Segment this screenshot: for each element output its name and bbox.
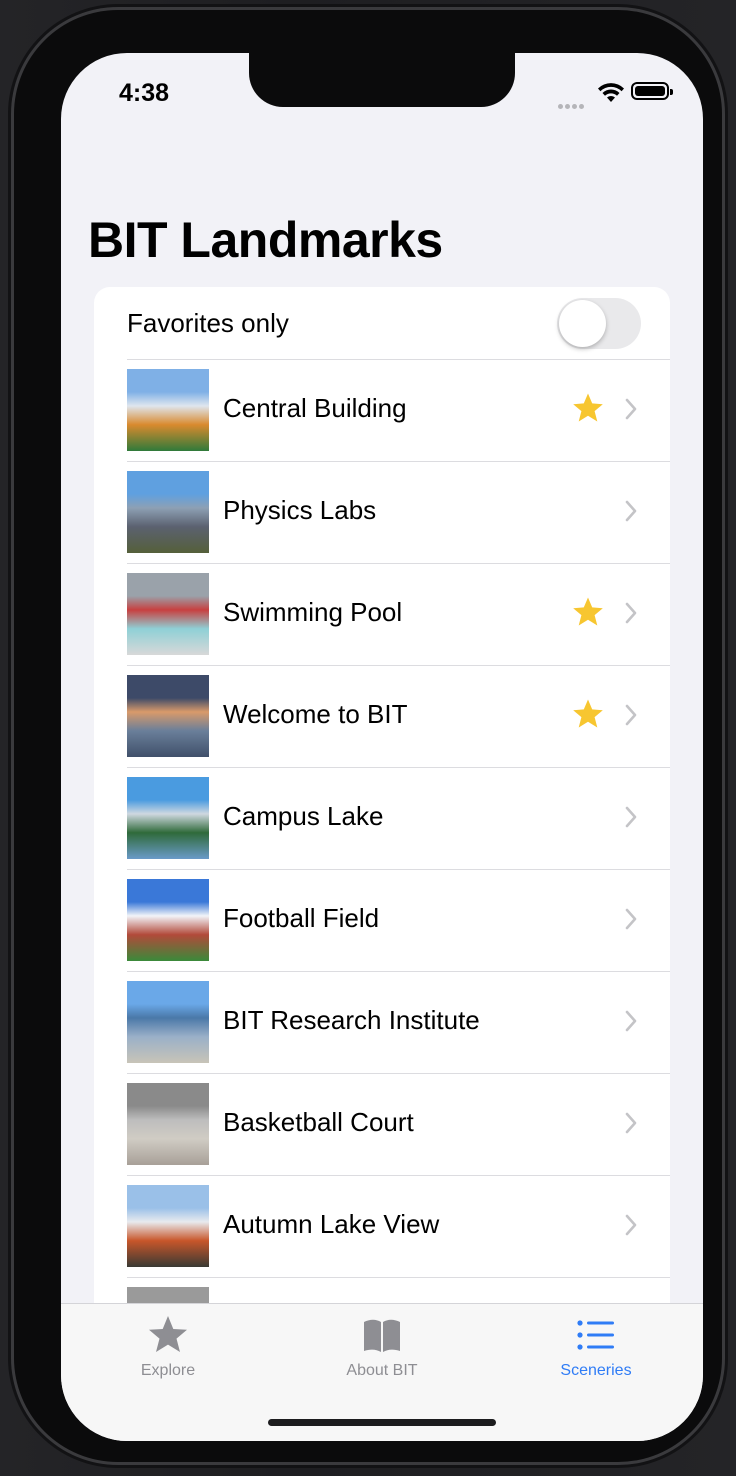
landmark-row[interactable]: BIT Research Institute: [94, 971, 670, 1073]
landmark-row[interactable]: Football Field: [94, 869, 670, 971]
landmark-name: Physics Labs: [223, 495, 377, 525]
landmark-thumbnail: [127, 369, 209, 451]
row-separator: [127, 665, 670, 666]
favorite-star-icon: [573, 393, 603, 422]
chevron-right-icon: [625, 806, 637, 828]
landmark-list: Central Building Physics Labs Swimming Poo…: [94, 359, 670, 1327]
wifi-icon: [598, 83, 624, 102]
landmark-row[interactable]: Central Building: [94, 359, 670, 461]
row-separator: [127, 869, 670, 870]
row-separator: [127, 1277, 670, 1278]
landmark-thumbnail: [127, 879, 209, 961]
battery-icon: [631, 82, 673, 100]
landmark-thumbnail: [127, 471, 209, 553]
status-time: 4:38: [119, 79, 170, 107]
chevron-right-icon: [625, 908, 637, 930]
chevron-right-icon: [625, 1010, 637, 1032]
device-notch: [249, 53, 515, 107]
tab-label: About BIT: [346, 1362, 418, 1379]
row-separator: [127, 461, 670, 462]
row-separator: [127, 1073, 670, 1074]
tab-label: Sceneries: [560, 1362, 632, 1379]
list-icon: [577, 1320, 614, 1350]
row-separator: [127, 971, 670, 972]
favorites-filter-label: Favorites only: [127, 308, 289, 338]
cellular-signal-icon: [558, 96, 586, 114]
landmark-thumbnail: [127, 1083, 209, 1165]
landmark-thumbnail: [127, 573, 209, 655]
chevron-right-icon: [625, 398, 637, 420]
landmark-name: BIT Research Institute: [223, 1005, 480, 1035]
landmark-name: Central Building: [223, 393, 407, 423]
landmark-name: Swimming Pool: [223, 597, 403, 627]
landmark-thumbnail: [127, 981, 209, 1063]
landmark-row[interactable]: Basketball Court: [94, 1073, 670, 1175]
row-separator: [127, 359, 670, 360]
tab-explore[interactable]: Explore: [78, 1304, 258, 1394]
landmark-thumbnail: [127, 1185, 209, 1267]
tab-label: Explore: [140, 1362, 196, 1379]
chevron-right-icon: [625, 1112, 637, 1134]
page-title: BIT Landmarks: [88, 212, 443, 268]
landmark-row[interactable]: Autumn Lake View: [94, 1175, 670, 1277]
landmark-row[interactable]: Campus Lake: [94, 767, 670, 869]
chevron-right-icon: [625, 500, 637, 522]
landmark-name: Basketball Court: [223, 1107, 414, 1137]
chevron-right-icon: [625, 602, 637, 624]
favorites-toggle[interactable]: [557, 298, 641, 349]
tab-sceneries[interactable]: Sceneries: [506, 1304, 686, 1394]
chevron-right-icon: [625, 704, 637, 726]
row-separator: [127, 1175, 670, 1176]
device-frame: 4:38 BIT Landmarks Favorites only Centra…: [14, 10, 722, 1462]
favorite-star-icon: [573, 597, 603, 626]
landmark-row[interactable]: Physics Labs: [94, 461, 670, 563]
row-separator: [127, 767, 670, 768]
landmark-list-card: Favorites only Central Building Physics L…: [94, 287, 670, 1327]
landmark-thumbnail: [127, 675, 209, 757]
landmark-name: Welcome to BIT: [223, 699, 408, 729]
chevron-right-icon: [625, 1214, 637, 1236]
landmark-name: Campus Lake: [223, 801, 384, 831]
favorites-filter-row: Favorites only: [94, 287, 670, 359]
landmark-row[interactable]: Swimming Pool: [94, 563, 670, 665]
home-indicator: [268, 1419, 496, 1426]
book-icon: [364, 1319, 400, 1352]
star-icon: [149, 1316, 187, 1352]
tab-about-bit[interactable]: About BIT: [292, 1304, 472, 1394]
landmark-thumbnail: [127, 777, 209, 859]
toggle-knob: [559, 300, 606, 347]
landmark-row[interactable]: Welcome to BIT: [94, 665, 670, 767]
row-separator: [127, 563, 670, 564]
landmark-name: Football Field: [223, 903, 380, 933]
app-screen: 4:38 BIT Landmarks Favorites only Centra…: [61, 53, 703, 1441]
landmark-name: Autumn Lake View: [223, 1209, 440, 1239]
favorite-star-icon: [573, 699, 603, 728]
